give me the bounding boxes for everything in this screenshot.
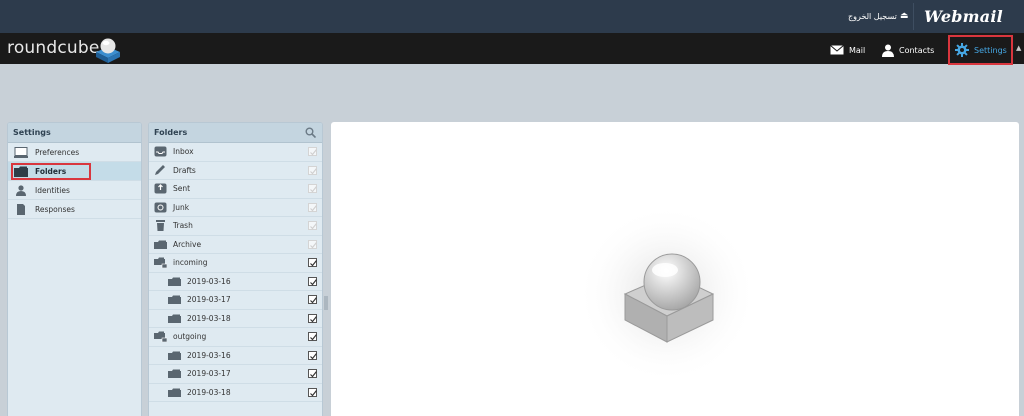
folder-name: outgoing: [173, 332, 207, 342]
search-icon[interactable]: [305, 127, 316, 138]
folders-title-label: Folders: [154, 128, 188, 137]
content-frame: [331, 122, 1019, 416]
settings-item-identities[interactable]: Identities: [8, 181, 141, 200]
nav-mail-label: Mail: [849, 45, 866, 55]
roundcube-cube-icon: [96, 38, 120, 63]
settings-panel: Settings Preferences Folders Identities …: [7, 122, 142, 416]
folders-panel-title: Folders: [149, 123, 322, 143]
folder-list: Inbox Drafts Sent Junk Trash Archive incoming 2…: [149, 143, 322, 402]
subscribe-checkbox[interactable]: [308, 295, 317, 304]
subscribe-checkbox: [308, 202, 317, 212]
document-icon: [14, 203, 28, 215]
nav-contacts[interactable]: Contacts: [882, 39, 934, 61]
folder-row[interactable]: incoming: [149, 254, 322, 273]
folder-name: Inbox: [173, 147, 194, 157]
folder-name: Trash: [173, 221, 193, 231]
pencil-icon: [154, 164, 167, 176]
logout-label: تسجيل الخروج: [848, 11, 897, 21]
subscribe-checkbox[interactable]: [308, 313, 317, 323]
folder-row[interactable]: Junk: [149, 199, 322, 217]
menu-caret-icon[interactable]: ▲: [1016, 44, 1021, 52]
folder-row[interactable]: Archive: [149, 236, 322, 254]
settings-item-label: Responses: [35, 204, 75, 214]
settings-item-preferences[interactable]: Preferences: [8, 143, 141, 162]
top-bar: تسجيل الخروج ⏏ Webmail: [0, 0, 1024, 33]
logout-link[interactable]: تسجيل الخروج ⏏: [848, 11, 908, 21]
nav-mail[interactable]: Mail: [830, 39, 865, 61]
roundcube-logo[interactable]: roundcube: [7, 38, 100, 58]
panel-splitter-handle[interactable]: [324, 296, 328, 310]
folder-row[interactable]: Sent: [149, 180, 322, 199]
person-icon: [14, 184, 28, 196]
nav-settings[interactable]: Settings: [948, 35, 1013, 65]
inbox-icon: [154, 146, 167, 157]
junk-icon: [154, 202, 167, 213]
nav-contacts-label: Contacts: [899, 45, 935, 55]
settings-item-label: Identities: [35, 185, 70, 195]
folder-tree-icon: [154, 331, 168, 343]
gear-icon: [955, 43, 969, 57]
mail-icon: [830, 45, 844, 55]
folder-name: incoming: [173, 258, 208, 268]
folder-row[interactable]: 2019-03-16: [149, 347, 322, 365]
folder-name: 2019-03-17: [187, 295, 231, 305]
folder-name: Drafts: [173, 165, 196, 175]
folder-icon: [168, 294, 181, 305]
folder-icon: [168, 350, 181, 361]
settings-item-folders[interactable]: Folders: [8, 162, 141, 181]
folder-row[interactable]: 2019-03-16: [149, 273, 322, 291]
webmail-logo[interactable]: Webmail: [924, 7, 1003, 26]
folder-tree-icon: [154, 257, 168, 269]
folder-icon: [14, 166, 28, 177]
logout-icon: ⏏: [899, 11, 909, 21]
subscribe-checkbox: [308, 147, 317, 156]
folder-name: 2019-03-18: [187, 313, 231, 323]
folder-row[interactable]: 2019-03-18: [149, 310, 322, 328]
subscribe-checkbox: [308, 221, 317, 230]
folder-name: 2019-03-18: [187, 387, 231, 397]
folder-icon: [168, 368, 181, 379]
folders-panel: Folders Inbox Drafts Sent Junk Trash Archive i…: [148, 122, 323, 416]
nav-settings-label: Settings: [974, 45, 1007, 55]
folder-row[interactable]: Inbox: [149, 143, 322, 162]
contacts-icon: [882, 44, 894, 57]
folder-row[interactable]: 2019-03-17: [149, 291, 322, 310]
subscribe-checkbox[interactable]: [308, 276, 317, 286]
roundcube-watermark-icon: [577, 204, 757, 384]
folder-name: 2019-03-16: [187, 276, 231, 286]
sent-icon: [154, 183, 167, 194]
settings-item-label: Preferences: [35, 147, 80, 157]
subscribe-checkbox: [308, 239, 317, 249]
subscribe-checkbox[interactable]: [308, 332, 317, 341]
folder-icon: [154, 239, 167, 250]
app-header: roundcube: [0, 33, 1024, 64]
folder-name: Junk: [173, 202, 190, 212]
folder-name: 2019-03-17: [187, 369, 231, 379]
folder-name: Sent: [173, 184, 191, 194]
settings-item-responses[interactable]: Responses: [8, 200, 141, 219]
monitor-icon: [14, 146, 28, 158]
folder-name: Archive: [173, 239, 202, 249]
subscribe-checkbox[interactable]: [308, 258, 317, 267]
folder-row[interactable]: outgoing: [149, 328, 322, 347]
subscribe-checkbox[interactable]: [308, 369, 317, 378]
folder-icon: [168, 387, 181, 398]
trash-icon: [154, 220, 167, 232]
folder-icon: [168, 313, 181, 324]
folder-name: 2019-03-16: [187, 350, 231, 360]
folder-icon: [168, 276, 181, 287]
subscribe-checkbox[interactable]: [308, 350, 317, 360]
settings-panel-title: Settings: [8, 123, 141, 143]
topbar-divider: [913, 3, 914, 30]
subscribe-checkbox[interactable]: [308, 387, 317, 397]
subscribe-checkbox: [308, 165, 317, 175]
subscribe-checkbox: [308, 184, 317, 193]
folder-row[interactable]: 2019-03-17: [149, 365, 322, 384]
folder-row[interactable]: Drafts: [149, 162, 322, 180]
folder-row[interactable]: Trash: [149, 217, 322, 236]
folder-row[interactable]: 2019-03-18: [149, 384, 322, 402]
